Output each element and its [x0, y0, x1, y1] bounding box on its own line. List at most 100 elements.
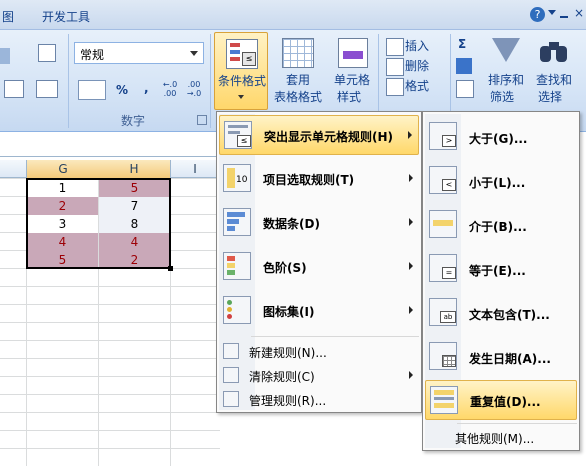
highlight-cells-icon: ≤ [224, 121, 252, 149]
menu-item-label: 色阶(S) [263, 261, 307, 275]
delete-button[interactable]: 删除 [405, 58, 429, 74]
align-button[interactable] [0, 48, 10, 64]
menu-item-label: 管理规则(R)... [249, 394, 327, 408]
sort-filter-label-1: 排序和 [487, 73, 524, 87]
menu-item-date-occurring[interactable]: 发生日期(A)... [425, 335, 577, 379]
merge-center-icon[interactable] [36, 80, 58, 98]
menu-item-label: 其他规则(M)... [455, 432, 535, 446]
clear-icon[interactable] [456, 80, 474, 98]
fill-handle[interactable] [168, 266, 173, 271]
accounting-format-icon[interactable] [78, 80, 106, 100]
menu-item-label: 图标集(I) [263, 305, 315, 319]
insert-icon [386, 38, 404, 56]
between-icon [429, 210, 457, 238]
cell-styles-icon [338, 38, 368, 68]
menu-item-top-bottom-rules[interactable]: 10 项目选取规则(T) [219, 159, 419, 199]
top-bottom-icon: 10 [223, 164, 251, 192]
percent-button[interactable]: % [116, 82, 128, 98]
menu-item-label: 文本包含(T)... [469, 308, 550, 322]
menu-item-color-scales[interactable]: 色阶(S) [219, 247, 419, 287]
cell-styles-button[interactable]: 单元格 样式 [328, 32, 376, 110]
menu-item-new-rule[interactable]: 新建规则(N)... [219, 340, 419, 362]
column-header-i[interactable]: I [170, 160, 220, 178]
submenu-arrow-icon [409, 371, 413, 379]
menu-item-duplicate-values[interactable]: 重复值(D)... [425, 380, 577, 420]
chevron-down-icon [238, 95, 244, 99]
sort-filter-button[interactable]: 排序和 筛选 [482, 32, 530, 110]
menu-item-label: 介于(B)... [469, 220, 527, 234]
help-icon[interactable]: ? [530, 7, 545, 22]
menu-item-more-rules[interactable]: 其他规则(M)... [425, 426, 577, 448]
column-header-g[interactable]: G [26, 160, 100, 178]
window-close-icon[interactable]: × [574, 6, 584, 20]
submenu-arrow-icon [409, 262, 413, 270]
number-format-select[interactable]: 常规 [74, 42, 204, 64]
menu-item-manage-rules[interactable]: 管理规则(R)... [219, 388, 419, 410]
data-bars-icon [223, 208, 251, 236]
conditional-format-label: 条件格式 [217, 74, 266, 88]
column-header-h[interactable]: H [98, 160, 171, 178]
menu-item-between[interactable]: 介于(B)... [425, 203, 577, 247]
number-format-value: 常规 [80, 48, 105, 62]
comma-button[interactable]: , [144, 80, 149, 96]
menu-item-greater-than[interactable]: > 大于(G)... [425, 115, 577, 159]
duplicate-values-icon [430, 386, 458, 414]
menu-item-label: 新建规则(N)... [249, 346, 327, 360]
conditional-format-button[interactable]: ≤ 条件格式 [214, 32, 268, 110]
less-than-icon: < [429, 166, 457, 194]
tab-view[interactable]: 图 [2, 8, 14, 25]
menu-item-label: 项目选取规则(T) [263, 173, 355, 187]
menu-item-label: 重复值(D)... [470, 395, 541, 409]
menu-item-label: 小于(L)... [469, 176, 526, 190]
format-icon [386, 78, 404, 96]
data-selection[interactable] [26, 178, 171, 269]
conditional-format-menu: ≤ 突出显示单元格规则(H) 10 项目选取规则(T) 数据条(D) 色阶(S) [216, 111, 422, 413]
find-select-button[interactable]: 查找和 选择 [530, 32, 578, 110]
filter-funnel-icon [492, 38, 520, 62]
submenu-arrow-icon [409, 306, 413, 314]
menu-item-text-contains[interactable]: ab 文本包含(T)... [425, 291, 577, 335]
menu-item-label: 突出显示单元格规则(H) [264, 130, 394, 144]
increase-decimal-icon[interactable]: ←.0.00 [160, 80, 180, 98]
cell-styles-label-2: 样式 [336, 90, 361, 104]
calendar-icon [429, 342, 457, 370]
menu-item-less-than[interactable]: < 小于(L)... [425, 159, 577, 203]
insert-button[interactable]: 插入 [405, 38, 429, 54]
menu-item-label: 发生日期(A)... [469, 352, 551, 366]
menu-item-equal-to[interactable]: = 等于(E)... [425, 247, 577, 291]
menu-item-highlight-cells-rules[interactable]: ≤ 突出显示单元格规则(H) [219, 115, 419, 155]
format-as-table-button[interactable]: 套用 表格格式 [268, 32, 328, 110]
equal-to-icon: = [429, 254, 457, 282]
fill-icon[interactable] [456, 58, 472, 74]
ribbon-minimize-icon[interactable] [548, 10, 556, 15]
decrease-decimal-icon[interactable]: .00 →.0 [184, 80, 204, 98]
menu-separator [251, 336, 419, 337]
menu-item-data-bars[interactable]: 数据条(D) [219, 203, 419, 243]
number-group-label: 数字 [120, 114, 145, 128]
menu-item-label: 等于(E)... [469, 264, 526, 278]
tab-developer[interactable]: 开发工具 [42, 8, 90, 25]
indent-icon[interactable] [4, 80, 24, 98]
sort-filter-label-2: 筛选 [489, 90, 514, 104]
menu-item-clear-rules[interactable]: 清除规则(C) [219, 364, 419, 386]
wrap-text-icon[interactable] [38, 44, 56, 62]
row-header-corner [0, 160, 26, 178]
chevron-down-icon [190, 51, 198, 56]
formula-bar[interactable] [0, 133, 220, 157]
conditional-format-icon: ≤ [226, 39, 258, 69]
sum-icon[interactable]: Σ [458, 36, 466, 52]
manage-rules-icon [223, 391, 239, 407]
submenu-arrow-icon [409, 218, 413, 226]
dialog-launcher-icon[interactable] [197, 115, 207, 125]
format-as-table-label-1: 套用 [285, 73, 310, 87]
menu-separator [457, 423, 577, 424]
find-select-label-1: 查找和 [535, 73, 572, 87]
submenu-arrow-icon [409, 174, 413, 182]
column-header-row: G H I [0, 160, 220, 178]
format-button[interactable]: 格式 [405, 78, 429, 94]
menu-item-icon-sets[interactable]: 图标集(I) [219, 291, 419, 331]
delete-icon [386, 58, 404, 76]
window-minimize-icon[interactable] [560, 16, 568, 18]
color-scales-icon [223, 252, 251, 280]
format-as-table-label-2: 表格格式 [273, 90, 322, 104]
